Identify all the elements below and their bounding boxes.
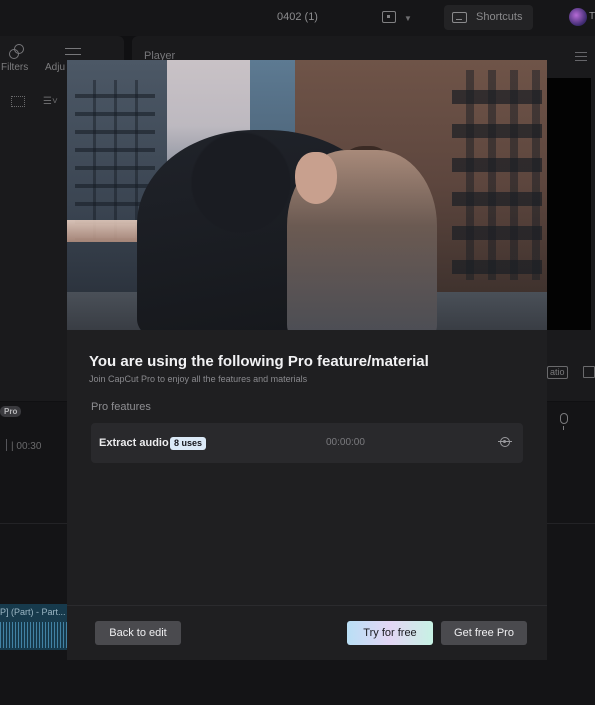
filters-icon[interactable] [8, 44, 24, 59]
feature-row: Extract audio 8 uses 00:00:00 [91, 423, 523, 463]
pro-features-heading: Pro features [91, 401, 151, 413]
dialog-subtitle: Join CapCut Pro to enjoy all the feature… [89, 374, 308, 384]
get-free-pro-button[interactable]: Get free Pro [441, 621, 527, 645]
filters-tab-label[interactable]: Filters [1, 62, 28, 73]
chevron-down-icon: ▼ [404, 14, 412, 23]
pro-badge: Pro [0, 406, 22, 417]
uses-badge: 8 uses [170, 437, 207, 450]
shortcuts-button[interactable]: Shortcuts [444, 5, 533, 30]
adjust-tab-label[interactable]: Adju [45, 62, 65, 73]
ratio-button[interactable]: atio [547, 366, 568, 379]
layout-icon [382, 11, 396, 23]
layout-button[interactable]: ▼ [380, 9, 414, 27]
hero-image [67, 60, 547, 330]
back-to-edit-button[interactable]: Back to edit [95, 621, 181, 645]
locate-icon[interactable] [498, 437, 512, 447]
pro-feature-dialog: You are using the following Pro feature/… [67, 60, 547, 660]
keyboard-icon [452, 12, 467, 23]
avatar[interactable] [569, 8, 587, 26]
feature-time: 00:00:00 [326, 437, 365, 448]
fullscreen-icon[interactable] [583, 366, 595, 378]
adjust-icon[interactable] [65, 44, 81, 58]
hero-face [295, 152, 337, 204]
dialog-title: You are using the following Pro feature/… [89, 353, 429, 370]
shortcuts-label: Shortcuts [476, 11, 523, 23]
sort-icon[interactable]: ☰˅ [43, 96, 58, 107]
try-for-free-button[interactable]: Try for free [347, 621, 433, 645]
player-preview [547, 78, 591, 330]
ruler-time-label: | 00:30 [11, 441, 42, 452]
avatar-text: T [589, 11, 595, 22]
feature-name: Extract audio [99, 437, 169, 449]
audio-clip-label: P] (Part) - Part... [0, 607, 66, 617]
menu-icon[interactable] [575, 52, 587, 61]
ruler-tick [6, 439, 7, 451]
audio-waveform [0, 622, 70, 648]
microphone-icon[interactable] [560, 413, 568, 430]
grid-icon[interactable] [11, 96, 25, 107]
